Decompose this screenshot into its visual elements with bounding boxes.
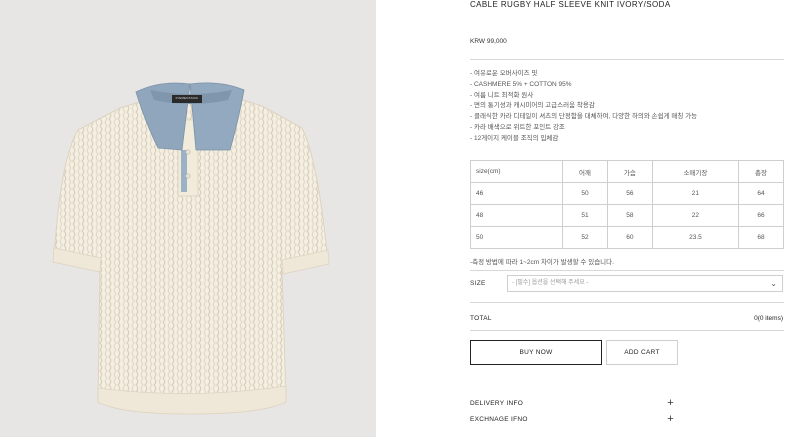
add-cart-button[interactable]: ADD CART: [606, 340, 678, 365]
total-label: TOTAL: [470, 315, 492, 322]
description-line: - 12게이지 케이블 조직의 입체감: [470, 134, 559, 142]
size-select[interactable]: - [필수] 옵션을 선택해 주세요 - ⌄: [507, 275, 783, 292]
column-header: 소매기장: [651, 160, 740, 183]
brand-label-text: PIGMENTANIC: [175, 96, 199, 100]
table-cell: 56: [606, 182, 653, 205]
table-cell: 66: [738, 204, 784, 227]
description-line: - 여유로운 오버사이즈 핏: [470, 70, 538, 77]
description-line: - 카라 배색으로 위트한 포인트 강조: [470, 123, 565, 131]
divider: [470, 302, 784, 303]
table-cell: 50: [562, 182, 608, 205]
table-cell: 46: [470, 182, 563, 205]
plus-icon[interactable]: +: [667, 397, 674, 409]
knit-shirt-illustration: [52, 82, 330, 415]
description-line: - 면의 통기성과 캐시미어의 고급스러움 착용감: [470, 102, 595, 110]
accordion-delivery-info[interactable]: DELIVERY INFO +: [470, 397, 680, 409]
table-row: 50 52 60 23.5 68: [470, 226, 784, 249]
table-cell: 22: [651, 204, 740, 227]
description-line: - CASHMERE 5% + COTTON 95%: [470, 80, 572, 88]
table-cell: 60: [606, 226, 653, 249]
table-cell: 50: [470, 226, 563, 249]
table-cell: 48: [470, 204, 563, 227]
chevron-down-icon: ⌄: [770, 279, 777, 288]
measurement-note: -측정 방법에 따라 1~2cm 차이가 발생할 수 있습니다.: [470, 259, 614, 266]
table-cell: 21: [651, 182, 740, 205]
divider: [470, 270, 784, 271]
table-cell: 23.5: [651, 226, 740, 249]
size-option-label: SIZE: [470, 280, 486, 287]
table-cell: 51: [562, 204, 608, 227]
divider: [470, 59, 784, 60]
divider: [470, 330, 784, 331]
description-line: - 클래식한 카라 디테일이 셔츠의 단정함을 대체하여, 다양한 하의와 손쉽…: [470, 113, 698, 121]
accordion-exchange-info[interactable]: EXCHNAGE IFNO +: [470, 413, 680, 425]
plus-icon[interactable]: +: [667, 413, 674, 425]
column-header: 가슴: [606, 160, 653, 183]
product-description: - 여유로운 오버사이즈 핏 - CASHMERE 5% + COTTON 95…: [470, 69, 697, 145]
column-header: 어깨: [562, 160, 608, 183]
product-price: KRW 99,000: [470, 38, 507, 45]
accordion-label: DELIVERY INFO: [470, 400, 524, 407]
product-title: CABLE RUGBY HALF SLEEVE KNIT IVORY/SODA: [470, 0, 671, 9]
size-chart-table: size(cm) 어깨 가슴 소매기장 총장 46 50 56 21 64 48…: [470, 160, 784, 249]
table-cell: 52: [562, 226, 608, 249]
buy-now-button[interactable]: BUY NOW: [470, 340, 602, 365]
table-cell: 68: [738, 226, 784, 249]
column-header: size(cm): [470, 160, 563, 183]
size-select-placeholder: - [필수] 옵션을 선택해 주세요 -: [512, 280, 589, 286]
product-image: PIGMENTANIC: [0, 0, 376, 437]
table-row: 48 51 58 22 66: [470, 204, 784, 227]
total-value: 0(0 items): [754, 315, 783, 322]
table-row: 46 50 56 21 64: [470, 182, 784, 205]
description-line: - 여름 니트 최적화 원사: [470, 91, 534, 99]
table-cell: 58: [606, 204, 653, 227]
accordion-label: EXCHNAGE IFNO: [470, 416, 528, 423]
table-cell: 64: [738, 182, 784, 205]
column-header: 총장: [738, 160, 784, 183]
table-header-row: size(cm) 어깨 가슴 소매기장 총장: [470, 160, 784, 183]
